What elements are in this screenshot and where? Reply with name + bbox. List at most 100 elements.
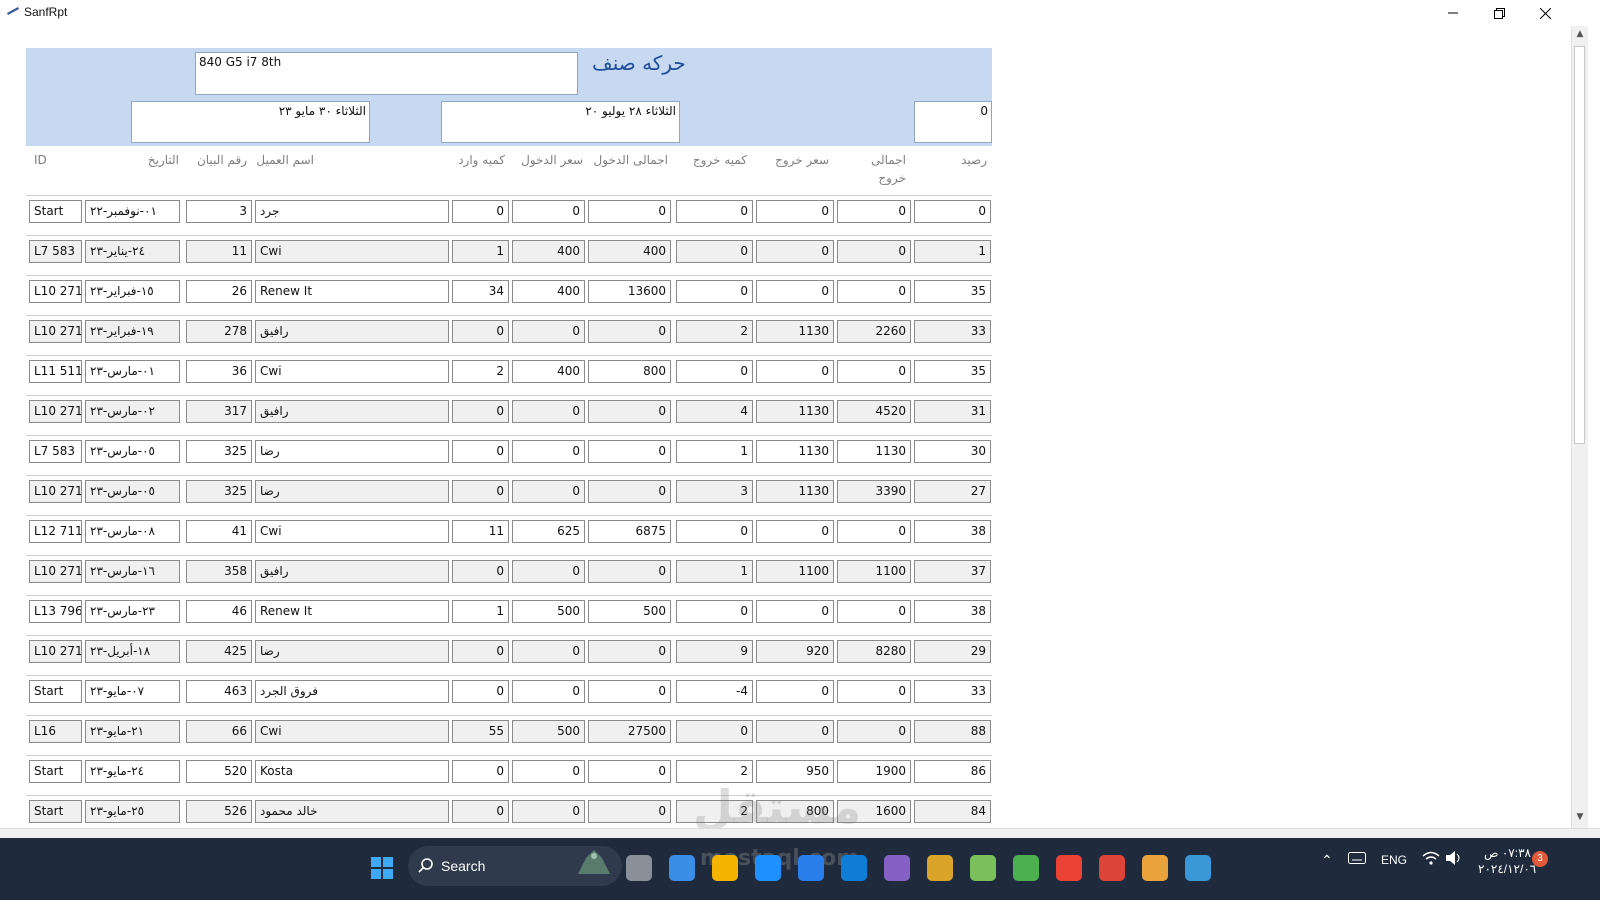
row-total-out-cell[interactable]: 1600	[837, 800, 911, 823]
row-balance-cell[interactable]: 38	[914, 600, 991, 623]
row-total-out-cell[interactable]: 1130	[837, 440, 911, 463]
row-total-in-cell[interactable]: 0	[588, 760, 671, 783]
row-price-in-cell[interactable]: 0	[512, 320, 585, 343]
row-total-out-cell[interactable]: 1900	[837, 760, 911, 783]
row-qty-in-cell[interactable]: 1	[452, 240, 509, 263]
row-price-in-cell[interactable]: 0	[512, 480, 585, 503]
row-customer-cell[interactable]: جرد	[255, 200, 449, 223]
start-icon[interactable]	[369, 855, 395, 881]
row-total-in-cell[interactable]: 6875	[588, 520, 671, 543]
row-id-cell[interactable]: L10 271	[29, 400, 82, 423]
row-total-in-cell[interactable]: 27500	[588, 720, 671, 743]
row-price-in-cell[interactable]: 0	[512, 400, 585, 423]
row-date-cell[interactable]: ١٩-فبراير-٢٣	[85, 320, 180, 343]
row-no-cell[interactable]: 11	[186, 240, 252, 263]
row-price-out-cell[interactable]: 0	[756, 600, 834, 623]
row-price-out-cell[interactable]: 0	[756, 720, 834, 743]
row-balance-cell[interactable]: 30	[914, 440, 991, 463]
row-qty-in-cell[interactable]: 0	[452, 320, 509, 343]
row-date-cell[interactable]: ١٥-فبراير-٢٣	[85, 280, 180, 303]
row-id-cell[interactable]: Start	[29, 760, 82, 783]
row-qty-in-cell[interactable]: 0	[452, 680, 509, 703]
row-price-out-cell[interactable]: 800	[756, 800, 834, 823]
row-total-out-cell[interactable]: 2260	[837, 320, 911, 343]
row-total-in-cell[interactable]: 0	[588, 400, 671, 423]
file-explorer-icon[interactable]	[712, 855, 738, 881]
row-date-cell[interactable]: ٠١-نوفمبر-٢٢	[85, 200, 180, 223]
row-customer-cell[interactable]: خالد محمود	[255, 800, 449, 823]
row-price-in-cell[interactable]: 400	[512, 360, 585, 383]
row-date-cell[interactable]: ٠٨-مارس-٢٣	[85, 520, 180, 543]
row-balance-cell[interactable]: 31	[914, 400, 991, 423]
row-price-in-cell[interactable]: 0	[512, 800, 585, 823]
row-no-cell[interactable]: 325	[186, 440, 252, 463]
row-id-cell[interactable]: Start	[29, 200, 82, 223]
row-qty-in-cell[interactable]: 0	[452, 640, 509, 663]
row-price-out-cell[interactable]: 1130	[756, 440, 834, 463]
row-total-in-cell[interactable]: 0	[588, 440, 671, 463]
row-price-in-cell[interactable]: 0	[512, 440, 585, 463]
minimize-button[interactable]	[1430, 0, 1476, 26]
row-qty-out-cell[interactable]: 0	[676, 200, 753, 223]
row-qty-out-cell[interactable]: 2	[676, 320, 753, 343]
row-total-out-cell[interactable]: 8280	[837, 640, 911, 663]
row-date-cell[interactable]: ٠٧-مايو-٢٣	[85, 680, 180, 703]
row-price-in-cell[interactable]: 400	[512, 240, 585, 263]
row-total-out-cell[interactable]: 0	[837, 240, 911, 263]
row-balance-cell[interactable]: 33	[914, 680, 991, 703]
row-qty-out-cell[interactable]: 9	[676, 640, 753, 663]
row-price-out-cell[interactable]: 1130	[756, 320, 834, 343]
row-no-cell[interactable]: 36	[186, 360, 252, 383]
row-total-in-cell[interactable]: 0	[588, 320, 671, 343]
row-price-in-cell[interactable]: 400	[512, 280, 585, 303]
row-id-cell[interactable]: L10 271	[29, 280, 82, 303]
clock-date[interactable]: ٢٠٢٤/١٢/٠٦	[1478, 862, 1536, 876]
row-price-out-cell[interactable]: 0	[756, 680, 834, 703]
tool-icon[interactable]	[970, 855, 996, 881]
item-name-field[interactable]: 840 G5 i7 8th	[195, 52, 578, 95]
folder-icon[interactable]	[1142, 855, 1168, 881]
chrome-alt-icon[interactable]	[1099, 855, 1125, 881]
row-qty-out-cell[interactable]: 1	[676, 440, 753, 463]
row-qty-out-cell[interactable]: 3	[676, 480, 753, 503]
volume-icon[interactable]	[1445, 850, 1463, 866]
row-total-out-cell[interactable]: 0	[837, 720, 911, 743]
date-from-field[interactable]: الثلاثاء ٢٨ يوليو ٢٠	[441, 101, 680, 143]
row-no-cell[interactable]: 317	[186, 400, 252, 423]
row-customer-cell[interactable]: رضا	[255, 480, 449, 503]
wifi-icon[interactable]	[1422, 850, 1440, 866]
row-qty-in-cell[interactable]: 0	[452, 560, 509, 583]
row-qty-in-cell[interactable]: 0	[452, 480, 509, 503]
language-indicator[interactable]: ENG	[1381, 853, 1407, 867]
row-price-out-cell[interactable]: 0	[756, 280, 834, 303]
row-qty-in-cell[interactable]: 55	[452, 720, 509, 743]
row-qty-out-cell[interactable]: 2	[676, 760, 753, 783]
row-customer-cell[interactable]: رافيق	[255, 320, 449, 343]
row-qty-in-cell[interactable]: 0	[452, 800, 509, 823]
row-total-out-cell[interactable]: 0	[837, 520, 911, 543]
row-balance-cell[interactable]: 35	[914, 280, 991, 303]
row-customer-cell[interactable]: فروق الجرد	[255, 680, 449, 703]
row-price-in-cell[interactable]: 0	[512, 200, 585, 223]
row-qty-in-cell[interactable]: 2	[452, 360, 509, 383]
row-qty-in-cell[interactable]: 1	[452, 600, 509, 623]
row-id-cell[interactable]: Start	[29, 800, 82, 823]
vscode-icon[interactable]	[841, 855, 867, 881]
row-qty-in-cell[interactable]: 34	[452, 280, 509, 303]
row-total-out-cell[interactable]: 0	[837, 680, 911, 703]
row-date-cell[interactable]: ٢٣-مارس-٢٣	[85, 600, 180, 623]
row-customer-cell[interactable]: رضا	[255, 440, 449, 463]
row-customer-cell[interactable]: Renew It	[255, 280, 449, 303]
row-customer-cell[interactable]: رضا	[255, 640, 449, 663]
row-id-cell[interactable]: L16	[29, 720, 82, 743]
row-no-cell[interactable]: 278	[186, 320, 252, 343]
row-total-out-cell[interactable]: 0	[837, 360, 911, 383]
close-button[interactable]	[1522, 0, 1568, 26]
vertical-scrollbar[interactable]: ▲ ▼	[1571, 26, 1588, 828]
row-date-cell[interactable]: ١٦-مارس-٢٣	[85, 560, 180, 583]
row-price-out-cell[interactable]: 1130	[756, 480, 834, 503]
row-price-in-cell[interactable]: 0	[512, 640, 585, 663]
row-no-cell[interactable]: 3	[186, 200, 252, 223]
row-balance-cell[interactable]: 29	[914, 640, 991, 663]
scroll-down-icon[interactable]: ▼	[1575, 812, 1585, 822]
